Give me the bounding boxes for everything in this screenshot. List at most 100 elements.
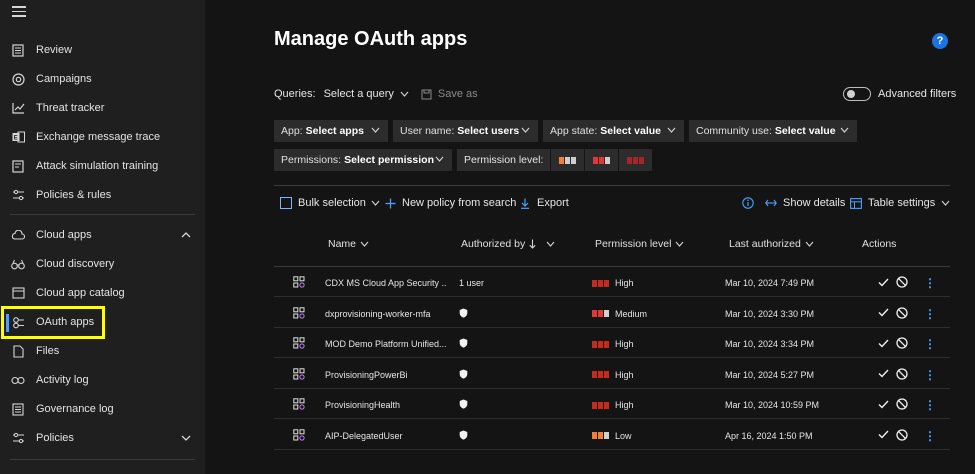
sort-descending-icon: [529, 239, 536, 249]
table-row[interactable]: AIP-DelegatedUser Low Apr 16, 2024 1:50 …: [274, 420, 950, 450]
filter-community-use[interactable]: Community use: Select value: [689, 120, 857, 142]
sidebar: Review Campaigns Threat tracker E Exchan…: [0, 0, 205, 474]
sidebar-item-label: Policies & rules: [36, 189, 112, 201]
app-name-link[interactable]: dxprovisioning-worker-mfa: [325, 309, 447, 319]
more-options-icon[interactable]: ⋮: [924, 307, 936, 321]
last-authorized-cell: Mar 10, 2024 10:59 PM: [725, 400, 820, 410]
permission-level-text: High: [615, 278, 634, 288]
query-select[interactable]: Select a query: [324, 88, 409, 100]
queries-bar: Queries: Select a query Save as: [274, 88, 478, 100]
ban-icon[interactable]: [896, 398, 908, 412]
ban-icon[interactable]: [896, 428, 908, 443]
filter-app[interactable]: App: Select apps: [274, 120, 388, 142]
app-icon: [293, 398, 305, 412]
sidebar-divider: [10, 459, 195, 460]
sidebar-item-campaigns[interactable]: Campaigns: [0, 65, 205, 93]
row-actions: [878, 337, 908, 351]
column-header-last-authorized[interactable]: Last authorized: [729, 238, 814, 250]
divider: [274, 185, 950, 186]
hamburger-menu-icon[interactable]: [12, 6, 26, 18]
governance-log-icon: [10, 401, 26, 417]
permission-level-bars: [592, 401, 609, 409]
sidebar-item-label: Cloud apps: [36, 229, 92, 241]
sidebar-group-cloud-apps[interactable]: Cloud apps: [0, 221, 205, 249]
permission-level-bars: [592, 432, 609, 439]
toggle-switch[interactable]: [843, 87, 871, 101]
approve-check-icon[interactable]: [878, 308, 889, 319]
sidebar-item-governance-log[interactable]: Governance log: [0, 395, 205, 423]
app-name-link[interactable]: CDX MS Cloud App Security ...: [325, 278, 447, 288]
chevron-down-icon: [371, 127, 380, 133]
ban-icon[interactable]: [896, 337, 908, 351]
filter-app-state[interactable]: App state: Select value: [543, 120, 684, 142]
sidebar-item-cloud-app-catalog[interactable]: Cloud app catalog: [0, 279, 205, 307]
expand-arrows-icon: [765, 199, 777, 207]
query-select-value: Select a query: [323, 88, 394, 100]
sidebar-item-activity-log[interactable]: Activity log: [0, 366, 205, 394]
filter-value: Select value: [774, 125, 836, 137]
review-icon: [10, 42, 26, 58]
sidebar-item-threat-tracker[interactable]: Threat tracker: [0, 94, 205, 122]
approve-check-icon[interactable]: [878, 430, 889, 441]
shield-icon: [459, 308, 468, 320]
info-icon[interactable]: [742, 197, 754, 209]
sidebar-item-label: Attack simulation training: [36, 160, 159, 172]
chevron-up-icon[interactable]: [180, 229, 192, 241]
filter-permissions[interactable]: Permissions: Select permission: [274, 149, 452, 171]
table-row[interactable]: MOD Demo Platform Unified... High Mar 10…: [274, 328, 950, 358]
filter-user-name[interactable]: User name: Select users: [393, 120, 538, 142]
new-policy-button[interactable]: New policy from search: [385, 197, 516, 209]
column-header-permission-level[interactable]: Permission level: [595, 238, 684, 250]
filter-value: Select permission: [344, 154, 434, 166]
table-settings-button[interactable]: Table settings: [850, 197, 950, 209]
more-options-icon[interactable]: ⋮: [924, 398, 936, 412]
chevron-down-icon: [360, 241, 369, 247]
app-name-link[interactable]: ProvisioningPowerBi: [325, 370, 447, 380]
sidebar-item-review[interactable]: Review: [0, 36, 205, 64]
table-row[interactable]: ProvisioningPowerBi High Mar 10, 2024 5:…: [274, 359, 950, 389]
bulk-selection-button[interactable]: Bulk selection: [280, 197, 380, 209]
column-header-name[interactable]: Name: [328, 238, 369, 250]
sidebar-group-policies[interactable]: Policies: [0, 424, 205, 452]
svg-text:E: E: [13, 136, 17, 142]
permission-level-medium-button[interactable]: [584, 149, 618, 171]
table-row[interactable]: CDX MS Cloud App Security ... 1 user Hig…: [274, 267, 950, 297]
advanced-filters-toggle[interactable]: Advanced filters: [843, 87, 956, 101]
table-row[interactable]: ProvisioningHealth High Mar 10, 2024 10:…: [274, 389, 950, 419]
threat-tracker-icon: [10, 100, 26, 116]
more-options-icon[interactable]: ⋮: [924, 276, 936, 290]
permission-level-cell: High: [592, 278, 634, 288]
sidebar-item-attack-simulation[interactable]: Attack simulation training: [0, 152, 205, 180]
download-icon: [521, 198, 529, 209]
approve-check-icon[interactable]: [878, 339, 889, 350]
approve-check-icon[interactable]: [878, 400, 889, 411]
app-name-link[interactable]: AIP-DelegatedUser: [325, 431, 447, 441]
permission-level-high-button[interactable]: [618, 149, 652, 171]
ban-icon[interactable]: [896, 367, 908, 382]
permission-level-text: Low: [615, 430, 632, 441]
approve-check-icon[interactable]: [878, 278, 889, 289]
sidebar-item-files[interactable]: Files: [0, 337, 205, 365]
save-as-button[interactable]: Save as: [421, 88, 478, 100]
more-options-icon[interactable]: ⋮: [924, 429, 936, 443]
column-header-authorized-by[interactable]: Authorized by: [461, 238, 555, 250]
permission-level-low-button[interactable]: [550, 149, 584, 171]
ban-icon[interactable]: [896, 306, 908, 321]
approve-check-icon[interactable]: [878, 369, 889, 380]
more-options-icon[interactable]: ⋮: [924, 368, 936, 382]
export-button[interactable]: Export: [520, 197, 569, 209]
app-name-link[interactable]: MOD Demo Platform Unified...: [325, 339, 447, 349]
more-options-icon[interactable]: ⋮: [924, 337, 936, 351]
save-as-label: Save as: [437, 88, 478, 100]
show-details-button[interactable]: Show details: [765, 197, 845, 209]
sidebar-item-policies-rules[interactable]: Policies & rules: [0, 181, 205, 209]
help-icon[interactable]: ?: [932, 33, 948, 49]
binoculars-icon: [10, 256, 26, 272]
last-authorized-cell: Mar 10, 2024 5:27 PM: [725, 369, 815, 380]
ban-icon[interactable]: [896, 276, 908, 290]
chevron-down-icon[interactable]: [180, 432, 192, 444]
sidebar-item-exchange-message-trace[interactable]: E Exchange message trace: [0, 123, 205, 151]
sidebar-item-cloud-discovery[interactable]: Cloud discovery: [0, 250, 205, 278]
table-row[interactable]: dxprovisioning-worker-mfa Medium Mar 10,…: [274, 298, 950, 328]
app-name-link[interactable]: ProvisioningHealth: [325, 400, 447, 410]
